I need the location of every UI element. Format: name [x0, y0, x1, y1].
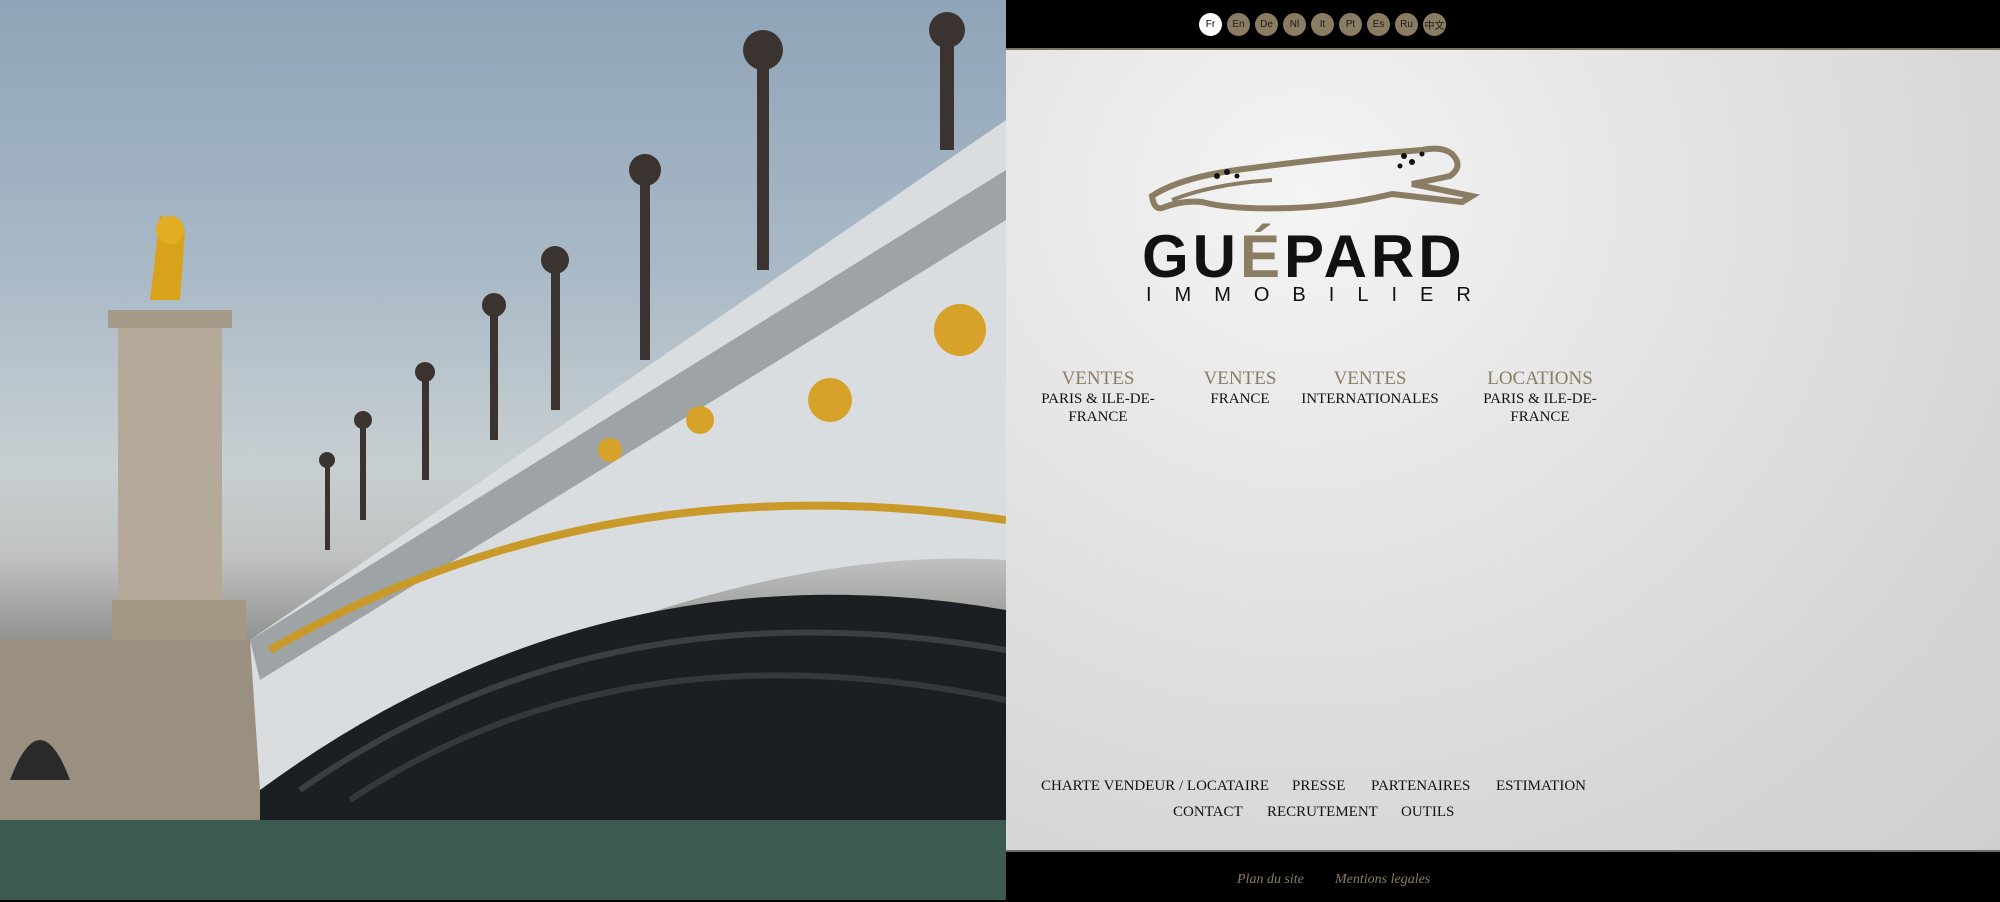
menu-title: VENTES [1333, 368, 1407, 389]
link-recrutement[interactable]: RECRUTEMENT [1267, 804, 1378, 821]
bridge-illustration [0, 12, 1006, 900]
link-estimation[interactable]: ESTIMATION [1496, 778, 1586, 795]
link-mentions-legales[interactable]: Mentions legales [1335, 872, 1430, 888]
lang-zh[interactable]: 中文 [1423, 13, 1446, 36]
lang-fr[interactable]: Fr [1199, 13, 1222, 36]
hero-photo [0, 0, 1006, 900]
menu-ventes-france[interactable]: VENTES FRANCE [1200, 368, 1280, 408]
main-area: GUÉPARD IMMOBILIER VENTES PARIS & ILE-DE… [1006, 50, 2000, 850]
link-contact[interactable]: CONTACT [1173, 804, 1243, 821]
language-switcher: Fr En De Nl It Pt Es Ru 中文 [1199, 13, 1446, 36]
link-plan-du-site[interactable]: Plan du site [1237, 872, 1304, 888]
link-presse[interactable]: PRESSE [1292, 778, 1345, 795]
lang-es[interactable]: Es [1367, 13, 1390, 36]
link-partenaires[interactable]: PARTENAIRES [1371, 778, 1470, 795]
menu-ventes-internationales[interactable]: VENTES INTERNATIONALES [1290, 368, 1450, 408]
bottom-bar: Plan du site Mentions legales [1006, 850, 2000, 902]
content-panel: Fr En De Nl It Pt Es Ru 中文 GUÉPARD IMMOB… [1006, 0, 2000, 902]
menu-subtitle: INTERNATIONALES [1301, 391, 1439, 407]
lang-ru[interactable]: Ru [1395, 13, 1418, 36]
lang-pt[interactable]: Pt [1339, 13, 1362, 36]
top-bar: Fr En De Nl It Pt Es Ru 中文 [1006, 0, 2000, 50]
lang-it[interactable]: It [1311, 13, 1334, 36]
lang-en[interactable]: En [1227, 13, 1250, 36]
link-charte[interactable]: CHARTE VENDEUR / LOCATAIRE [1041, 778, 1269, 795]
link-outils[interactable]: OUTILS [1401, 804, 1454, 821]
menu-title: VENTES [1061, 368, 1135, 389]
lang-nl[interactable]: Nl [1283, 13, 1306, 36]
menu-title: VENTES [1203, 368, 1277, 389]
menu-subtitle: FRANCE [1210, 391, 1270, 407]
brand-name: GUÉPARD [1142, 223, 1466, 290]
menu-subtitle: PARIS & ILE-DE-FRANCE [1041, 391, 1155, 425]
menu-ventes-paris[interactable]: VENTES PARIS & ILE-DE-FRANCE [1014, 368, 1182, 426]
lang-de[interactable]: De [1255, 13, 1278, 36]
menu-title: LOCATIONS [1487, 368, 1593, 389]
menu-locations-paris[interactable]: LOCATIONS PARIS & ILE-DE-FRANCE [1454, 368, 1626, 426]
brand-tagline: IMMOBILIER [1146, 284, 1494, 306]
menu-subtitle: PARIS & ILE-DE-FRANCE [1483, 391, 1597, 425]
